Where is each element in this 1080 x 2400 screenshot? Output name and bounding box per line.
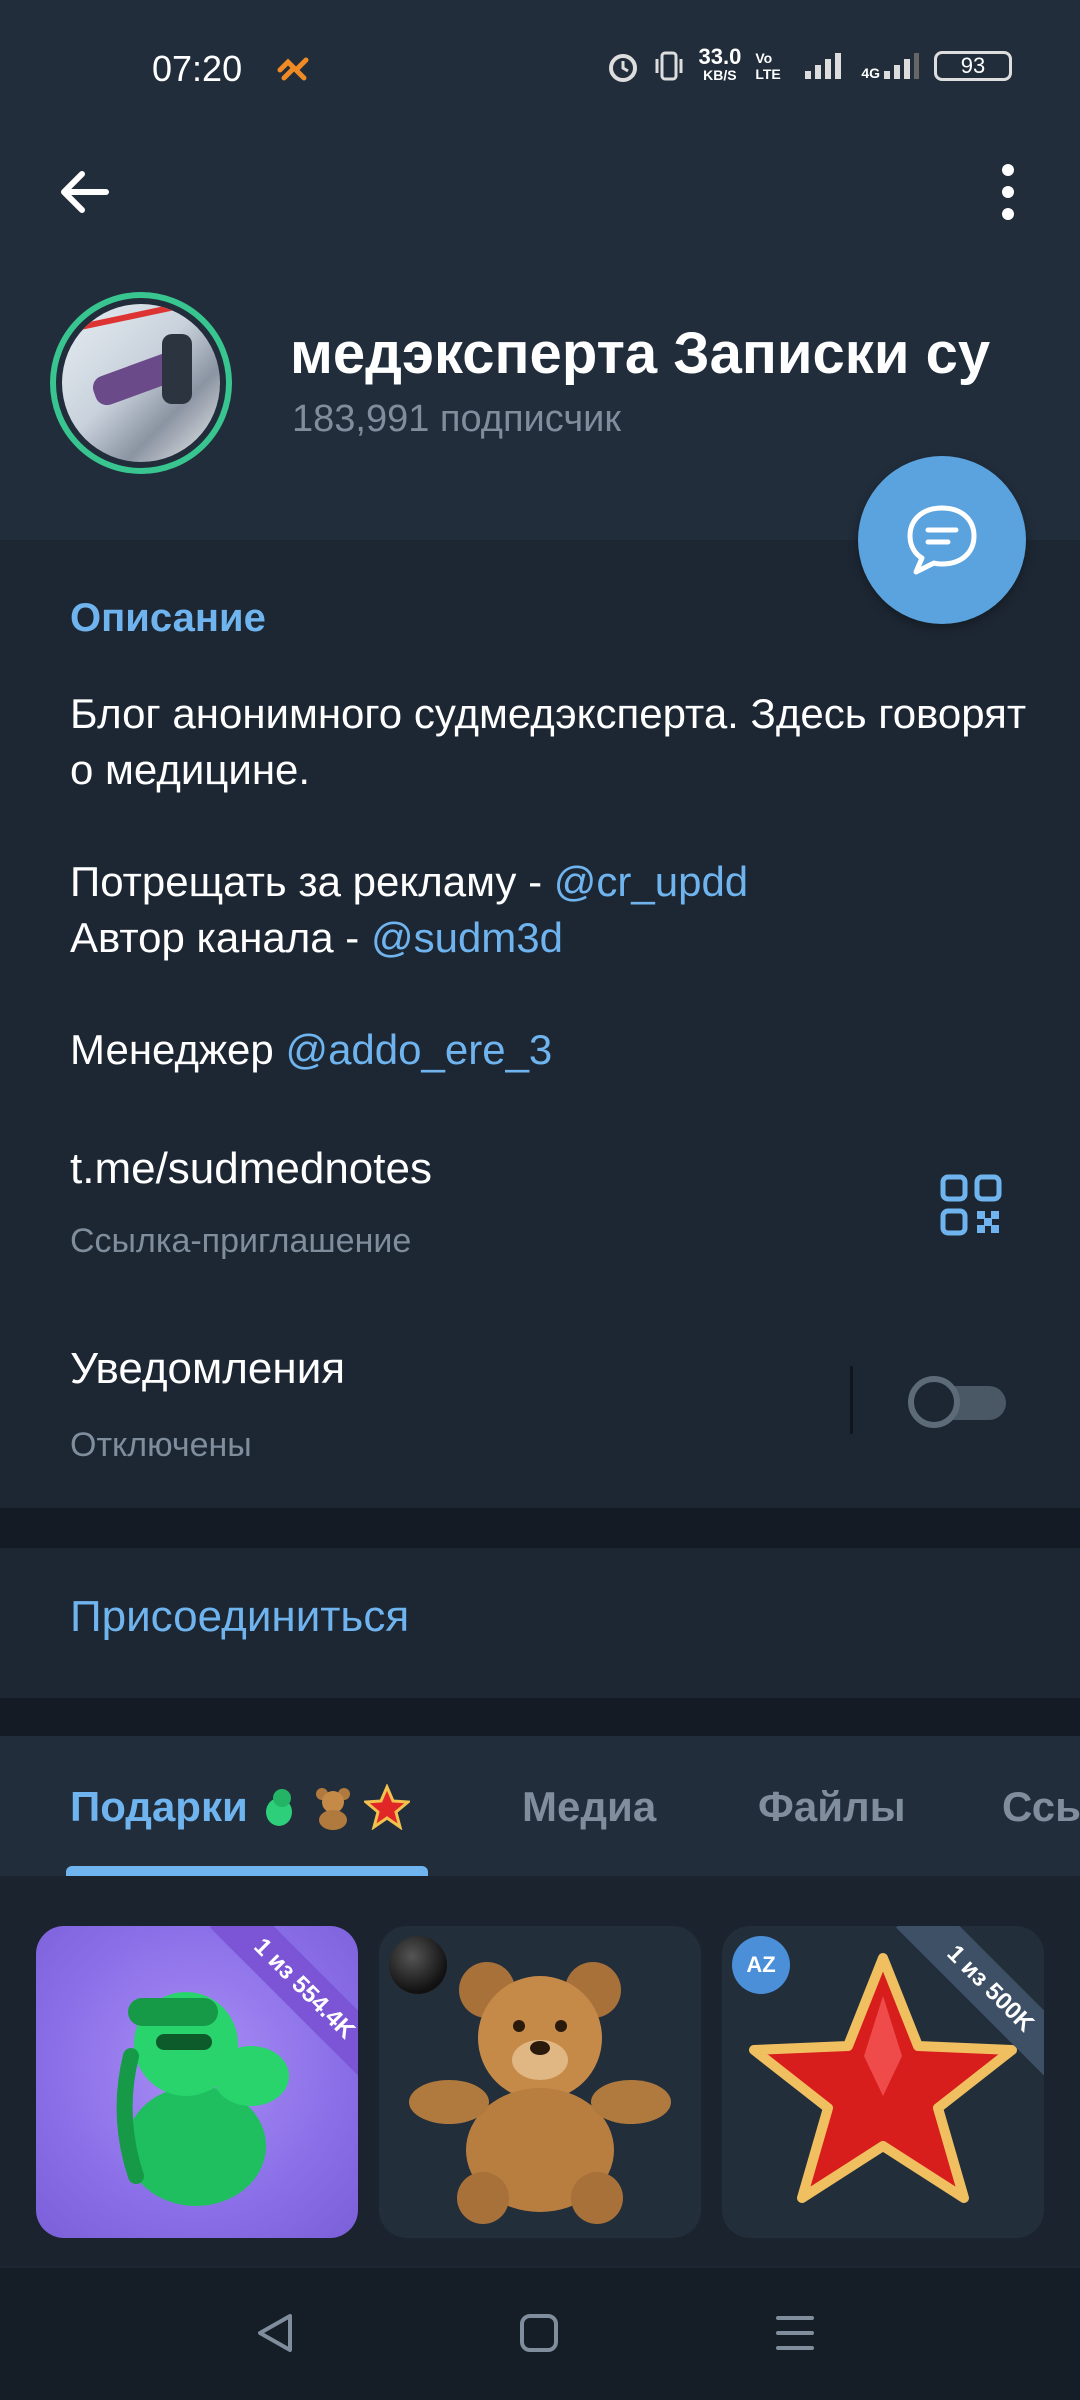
gift-card[interactable]: AZ 1 из 500K: [722, 1926, 1044, 2238]
section-divider: [0, 1698, 1080, 1736]
signal-icon: [805, 53, 842, 79]
notification-app-icon: [277, 57, 309, 81]
channel-avatar[interactable]: [50, 292, 232, 474]
author-line: Автор канала - @sudm3d: [70, 914, 564, 961]
tab-links[interactable]: Ссь: [1002, 1783, 1080, 1831]
join-button[interactable]: Присоединиться: [70, 1592, 409, 1642]
ads-line: Потрещать за рекламу - @cr_updd: [70, 858, 749, 905]
nav-home-icon[interactable]: [516, 2310, 562, 2356]
more-menu-icon[interactable]: [986, 160, 1030, 224]
volte-label: Vo LTE: [755, 50, 781, 82]
tab-files[interactable]: Файлы: [758, 1783, 906, 1831]
gift-card[interactable]: [379, 1926, 701, 2238]
back-arrow-icon[interactable]: [54, 162, 114, 222]
signal-4g: 4G: [861, 51, 920, 81]
star-icon: [363, 1784, 410, 1830]
dino-icon: [265, 1789, 292, 1826]
ads-mention-link[interactable]: @cr_updd: [554, 858, 748, 905]
teddy-bear-icon: [315, 1788, 350, 1830]
author-mention-link[interactable]: @sudm3d: [371, 914, 563, 961]
signal-4g-bars-icon: [884, 53, 919, 79]
subscriber-count: 183,991 подписчик: [292, 398, 621, 440]
invite-link[interactable]: t.me/sudmednotes: [70, 1144, 432, 1194]
discussion-button[interactable]: [858, 456, 1026, 624]
notifications-divider: [850, 1366, 853, 1434]
notifications-state: Отключены: [70, 1426, 252, 1464]
sender-badge: AZ: [732, 1936, 790, 1994]
nav-menu-icon[interactable]: [772, 2310, 818, 2356]
notifications-toggle[interactable]: [908, 1376, 1008, 1428]
status-time: 07:20: [152, 48, 243, 89]
manager-mention-link[interactable]: @addo_ere_3: [285, 1026, 552, 1073]
gift-card[interactable]: 1 из 554.4K: [36, 1926, 358, 2238]
net-speed: 33.0 KB/S: [698, 44, 742, 84]
tab-media[interactable]: Медиа: [522, 1783, 656, 1831]
manager-line: Менеджер @addo_ere_3: [70, 1026, 553, 1073]
alarm-icon: [609, 54, 638, 82]
section-divider: [0, 1508, 1080, 1548]
active-tab-indicator: [66, 1866, 428, 1876]
chat-bubble-icon: [907, 505, 977, 575]
nav-back-icon[interactable]: [252, 2310, 298, 2356]
qr-code-icon[interactable]: [940, 1174, 1002, 1236]
battery-icon: 93: [934, 51, 1012, 81]
notifications-label: Уведомления: [70, 1344, 346, 1393]
invite-link-caption: Ссылка-приглашение: [70, 1222, 412, 1260]
channel-description: Блог анонимного судмедэксперта. Здесь го…: [70, 686, 1030, 1078]
description-label: Описание: [70, 596, 266, 640]
sender-avatar: [389, 1936, 447, 1994]
toggle-knob: [908, 1376, 960, 1428]
description-text: Блог анонимного судмедэксперта. Здесь го…: [70, 690, 1027, 793]
avatar-photo: [62, 304, 220, 462]
vibrate-icon: [655, 51, 683, 81]
status-icons: 33.0 KB/S Vo LTE 4G 93: [606, 44, 1012, 84]
tab-gifts[interactable]: Подарки: [70, 1783, 410, 1831]
channel-title: медэксперта Записки су: [290, 321, 991, 386]
